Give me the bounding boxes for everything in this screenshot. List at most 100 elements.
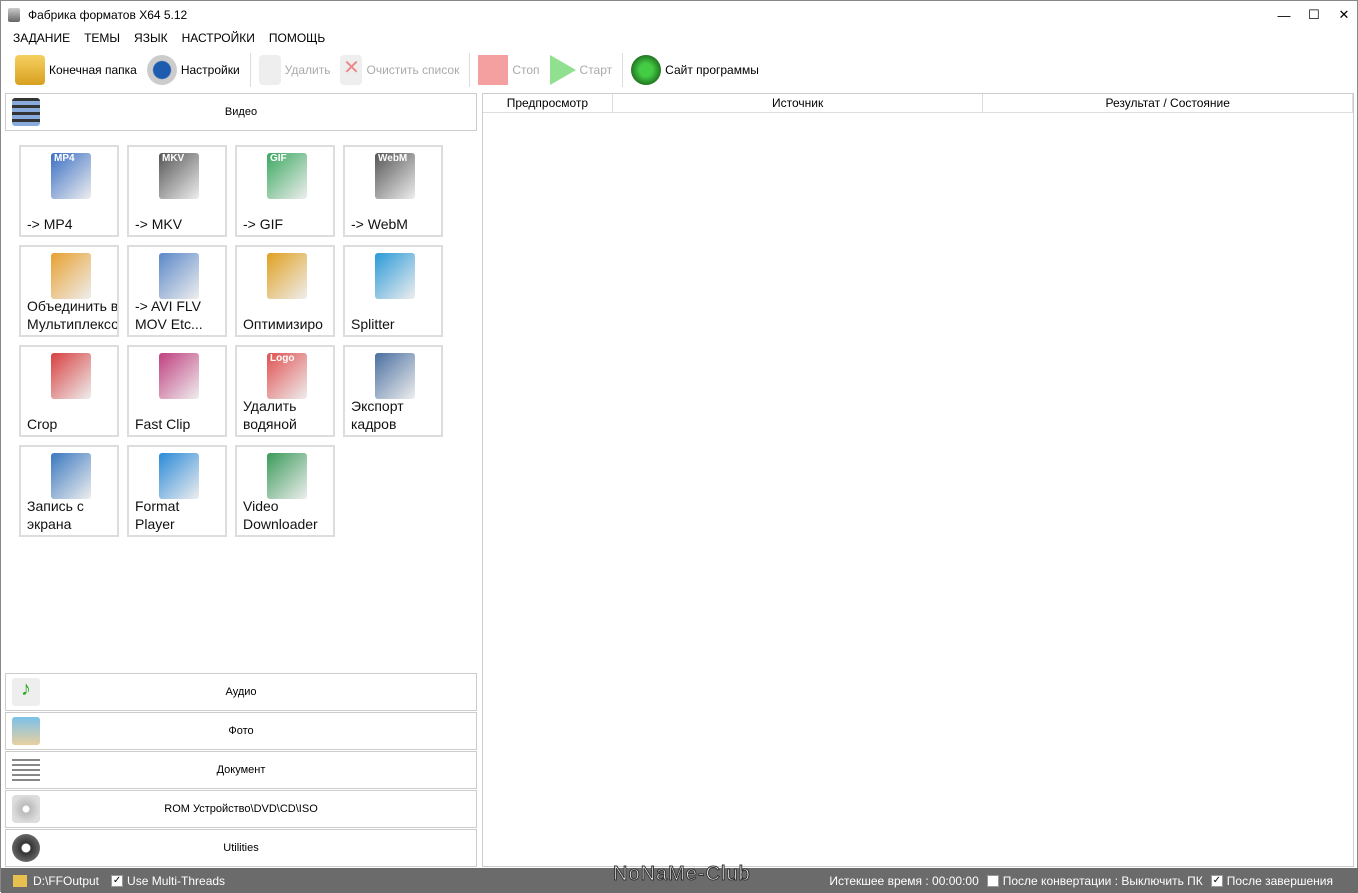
- tool-icon: [375, 253, 415, 299]
- website-button[interactable]: Сайт программы: [631, 55, 759, 85]
- separator: [469, 53, 471, 87]
- output-folder-button[interactable]: Конечная папка: [15, 55, 137, 85]
- after-finish-label: После завершения: [1226, 873, 1333, 888]
- music-note-icon: ♪: [12, 678, 40, 706]
- after-convert-checkbox[interactable]: [986, 874, 999, 887]
- tool-icon: GIF: [267, 153, 307, 199]
- tool-icon: MP4: [51, 153, 91, 199]
- window-title: Фабрика форматов X64 5.12: [28, 8, 188, 22]
- tool-label: Video Downloader: [243, 498, 318, 532]
- separator: [249, 53, 251, 87]
- tool-icon: [267, 453, 307, 499]
- multithreads-checkbox[interactable]: ✓: [111, 874, 124, 887]
- tool-tile[interactable]: MP4 -> MP4: [19, 145, 119, 237]
- close-button[interactable]: ✕: [1329, 1, 1358, 29]
- category-panel: Видео MP4 -> MP4 MKV -> MKV GIF -> GIF WebM -> …: [5, 93, 477, 867]
- tool-icon: [159, 253, 199, 299]
- video-tools-grid: MP4 -> MP4 MKV -> MKV GIF -> GIF WebM -> WebM Об…: [19, 145, 443, 537]
- tool-tile[interactable]: Crop: [19, 345, 119, 437]
- tool-icon: Logo: [267, 353, 307, 399]
- menu-help[interactable]: ПОМОЩЬ: [269, 31, 325, 45]
- column-result[interactable]: Результат / Состояние: [983, 94, 1353, 112]
- tool-tile[interactable]: Объединить видео & Мультиплексор: [19, 245, 119, 337]
- tool-label: Format Player: [135, 498, 180, 532]
- tool-icon: [159, 453, 199, 499]
- after-finish-checkbox[interactable]: ✓: [1210, 874, 1223, 887]
- document-icon: [12, 756, 40, 784]
- menu-language[interactable]: ЯЗЫК: [134, 31, 168, 45]
- category-audio[interactable]: ♪ Аудио: [5, 673, 477, 711]
- maximize-button[interactable]: ☐: [1299, 1, 1329, 29]
- table-header: Предпросмотр Источник Результат / Состоя…: [483, 94, 1353, 113]
- toolbar: Конечная папка Настройки Удалить ✕ Очисти…: [1, 51, 769, 89]
- tool-label: -> WebM: [351, 216, 408, 232]
- document-icon: [258, 55, 281, 85]
- tool-icon: [267, 253, 307, 299]
- tool-tile[interactable]: Splitter: [343, 245, 443, 337]
- tool-icon: [51, 353, 91, 399]
- stop-icon: [478, 55, 509, 85]
- multithreads-label: Use Multi-Threads: [127, 873, 226, 888]
- task-list[interactable]: Предпросмотр Источник Результат / Состоя…: [482, 93, 1354, 867]
- play-icon: [549, 55, 576, 85]
- tool-tile[interactable]: Logo Удалить водяной: [235, 345, 335, 437]
- tool-icon: WebM: [375, 153, 415, 199]
- tool-tile[interactable]: GIF -> GIF: [235, 145, 335, 237]
- tool-label: Fast Clip: [135, 416, 191, 432]
- disc-icon: [12, 795, 40, 823]
- tool-icon: [51, 453, 91, 499]
- watermark: NoNaMe-Club: [613, 863, 751, 886]
- menu-bar: ЗАДАНИЕ ТЕМЫ ЯЗЫК НАСТРОЙКИ ПОМОЩЬ: [13, 29, 325, 47]
- tool-icon: [51, 253, 91, 299]
- tool-label: Splitter: [351, 316, 395, 332]
- tool-tile[interactable]: Format Player: [127, 445, 227, 537]
- film-reel-icon: [12, 834, 40, 862]
- clear-list-button[interactable]: ✕ Очистить список: [340, 55, 459, 85]
- category-video[interactable]: Видео: [5, 93, 477, 131]
- settings-button[interactable]: Настройки: [146, 55, 240, 85]
- tool-label: -> MKV: [135, 216, 183, 232]
- tool-label: Объединить видео & Мультиплексор: [27, 298, 119, 332]
- title-bar: Фабрика форматов X64 5.12 — ☐ ✕: [1, 1, 1358, 29]
- tool-tile[interactable]: Запись с экрана: [19, 445, 119, 537]
- category-photo[interactable]: Фото: [5, 712, 477, 750]
- menu-themes[interactable]: ТЕМЫ: [84, 31, 120, 45]
- tool-tile[interactable]: -> AVI FLV MOV Etc...: [127, 245, 227, 337]
- tool-tile[interactable]: Fast Clip: [127, 345, 227, 437]
- tool-tile[interactable]: Оптимизиро: [235, 245, 335, 337]
- category-rom[interactable]: ROM Устройство\DVD\CD\ISO: [5, 790, 477, 828]
- menu-task[interactable]: ЗАДАНИЕ: [13, 31, 70, 45]
- output-folder-path[interactable]: D:\FFOutput: [33, 874, 99, 888]
- column-source[interactable]: Источник: [613, 94, 984, 112]
- tool-icon: [375, 353, 415, 399]
- tool-tile[interactable]: WebM -> WebM: [343, 145, 443, 237]
- tool-label: -> GIF: [243, 216, 284, 232]
- tool-tile[interactable]: Экспорт кадров: [343, 345, 443, 437]
- tool-icon: [159, 353, 199, 399]
- menu-settings[interactable]: НАСТРОЙКИ: [182, 31, 255, 45]
- elapsed-time: Истекшее время : 00:00:00: [829, 873, 979, 888]
- tool-label: Экспорт кадров: [351, 398, 404, 432]
- delete-button[interactable]: Удалить: [258, 55, 330, 85]
- globe-icon: [631, 55, 662, 85]
- start-button[interactable]: Старт: [549, 55, 612, 85]
- category-utilities[interactable]: Utilities: [5, 829, 477, 867]
- tool-label: -> AVI FLV MOV Etc...: [135, 298, 203, 332]
- tool-tile[interactable]: Video Downloader: [235, 445, 335, 537]
- tool-tile[interactable]: MKV -> MKV: [127, 145, 227, 237]
- separator: [622, 53, 624, 87]
- tool-label: Запись с экрана: [27, 498, 84, 532]
- category-document[interactable]: Документ: [5, 751, 477, 789]
- clear-icon: ✕: [340, 55, 363, 85]
- minimize-button[interactable]: —: [1269, 1, 1299, 29]
- tool-icon: MKV: [159, 153, 199, 199]
- tool-label: -> MP4: [27, 216, 73, 232]
- tool-label: Удалить водяной: [243, 398, 297, 432]
- tool-label: Crop: [27, 416, 58, 432]
- photo-icon: [12, 717, 40, 745]
- film-icon: [12, 98, 40, 126]
- gear-icon: [146, 55, 177, 85]
- column-preview[interactable]: Предпросмотр: [483, 94, 613, 112]
- folder-icon: [15, 55, 45, 85]
- stop-button[interactable]: Стоп: [478, 55, 540, 85]
